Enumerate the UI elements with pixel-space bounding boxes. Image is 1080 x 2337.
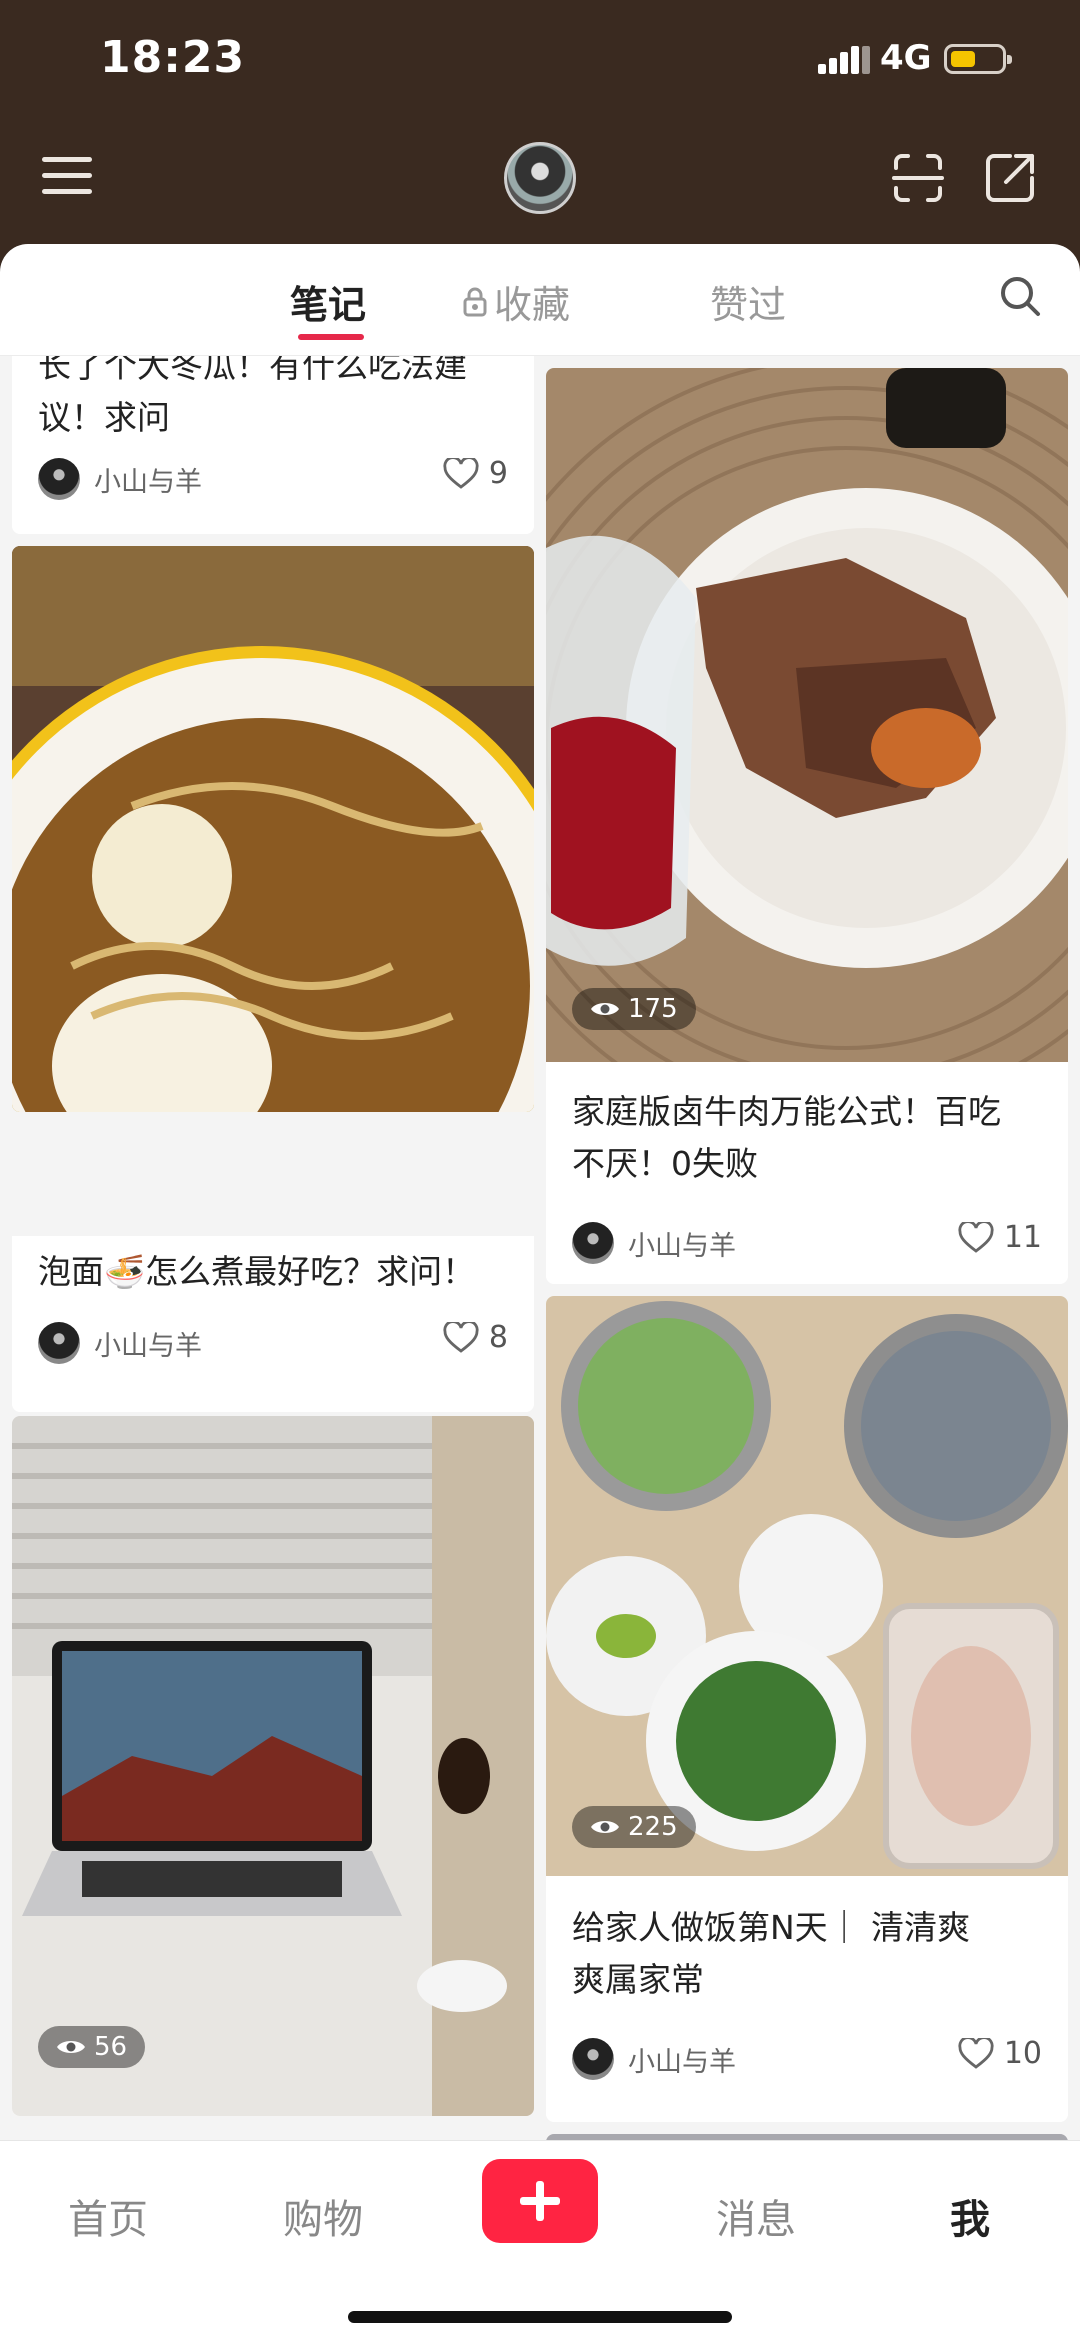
view-count-badge: 175 [572, 988, 696, 1030]
author-avatar [572, 2038, 614, 2080]
battery-icon [944, 44, 1012, 74]
like-count[interactable]: 8 [443, 1320, 508, 1355]
nav-me[interactable]: 我 [950, 2187, 990, 2245]
note-card[interactable]: 长了个大冬瓜！有什么吃法建议！求问 小山与羊 9 [12, 356, 534, 534]
note-image-noodles [12, 546, 534, 1112]
lock-icon [463, 287, 487, 316]
author-avatar [38, 1322, 80, 1364]
heart-icon [443, 457, 479, 489]
view-count-badge: 56 [38, 2026, 146, 2068]
author-name: 小山与羊 [94, 1330, 202, 1362]
heart-icon [958, 2037, 994, 2069]
note-card[interactable]: 225 给家人做饭第N天｜ 清清爽 爽属家常 小山与羊 10 [546, 1296, 1068, 2122]
like-count[interactable]: 10 [958, 2036, 1042, 2071]
top-nav [0, 130, 1080, 230]
heart-icon [443, 1321, 479, 1353]
create-note-button[interactable] [482, 2159, 598, 2243]
tab-favorites[interactable]: 收藏 [462, 274, 570, 329]
share-icon[interactable] [982, 150, 1038, 206]
menu-icon[interactable] [42, 155, 92, 197]
author-name: 小山与羊 [628, 1230, 736, 1262]
heart-icon [958, 1221, 994, 1253]
author-name: 小山与羊 [628, 2046, 736, 2078]
content-tabs: 笔记 收藏 赞过 [0, 244, 1080, 356]
note-title: 泡面🍜怎么煮最好吃？求问！ [38, 1252, 476, 1291]
note-card[interactable]: 175 家庭版卤牛肉万能公式！百吃 不厌！0失败 小山与羊 11 [546, 368, 1068, 1284]
note-author: 小山与羊 [572, 2038, 736, 2080]
tab-favorites-label: 收藏 [494, 283, 571, 327]
note-card-footer[interactable]: 泡面🍜怎么煮最好吃？求问！ 小山与羊 8 [12, 1236, 534, 1412]
network-type: 4G [880, 38, 932, 78]
active-tab-indicator [298, 334, 364, 340]
signal-icon [818, 46, 870, 74]
note-image-meal-prep [546, 1296, 1068, 1876]
note-title: 家庭版卤牛肉万能公式！百吃 不厌！0失败 [572, 1092, 1001, 1183]
note-card[interactable]: 56 [12, 1416, 534, 2116]
eye-icon [57, 2041, 85, 2053]
view-count-badge: 225 [572, 1806, 696, 1848]
eye-icon [591, 1003, 619, 1015]
tab-notes[interactable]: 笔记 [290, 274, 366, 329]
profile-avatar[interactable] [504, 142, 576, 214]
note-card[interactable]: 266 [12, 546, 534, 1112]
note-title: 给家人做饭第N天｜ 清清爽 爽属家常 [572, 1908, 971, 1999]
search-icon[interactable] [998, 274, 1042, 318]
author-name: 小山与羊 [94, 466, 202, 498]
author-avatar [38, 458, 80, 500]
like-count[interactable]: 11 [958, 1220, 1042, 1255]
like-count[interactable]: 9 [443, 456, 508, 491]
status-bar: 18:23 4G [0, 0, 1080, 120]
tab-liked[interactable]: 赞过 [710, 274, 786, 329]
eye-icon [591, 1821, 619, 1833]
profile-header: 18:23 4G [0, 0, 1080, 280]
note-author: 小山与羊 [38, 1322, 202, 1364]
note-image-braised-beef [546, 368, 1068, 1062]
bottom-nav: 首页 购物 消息 我 [0, 2140, 1080, 2337]
note-title: 长了个大冬瓜！有什么吃法建议！求问 [38, 356, 467, 437]
note-image-laptop [12, 1416, 534, 2116]
nav-home[interactable]: 首页 [68, 2187, 148, 2245]
notes-feed: 长了个大冬瓜！有什么吃法建议！求问 小山与羊 9 266 泡面 [0, 356, 1080, 2140]
status-time: 18:23 [100, 32, 246, 83]
nav-messages[interactable]: 消息 [716, 2187, 796, 2245]
home-indicator [348, 2311, 732, 2323]
nav-shop[interactable]: 购物 [283, 2187, 363, 2245]
note-author: 小山与羊 [572, 1222, 736, 1264]
author-avatar [572, 1222, 614, 1264]
note-author: 小山与羊 [38, 458, 202, 500]
scan-icon[interactable] [892, 152, 944, 204]
